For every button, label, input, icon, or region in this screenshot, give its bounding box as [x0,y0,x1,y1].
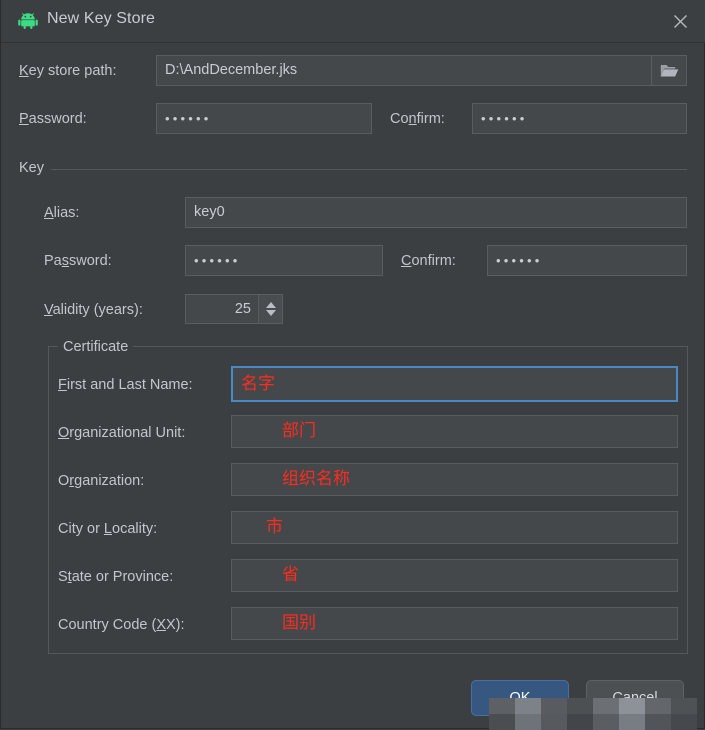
organization-input[interactable]: 组织名称 [231,463,678,496]
organization-label: Organization: [58,473,145,489]
android-robot-icon [18,13,38,29]
organizational-unit-value: 部门 [282,421,316,441]
city-or-locality-label: City or Locality: [58,521,158,537]
keystore-password-input[interactable]: •••••• [156,103,372,134]
keystore-confirm-value: •••••• [481,111,528,126]
country-code-value: 国别 [282,613,316,633]
triangle-up-icon[interactable] [265,302,276,308]
key-password-label: Password: [44,253,112,269]
key-group-title: Key [19,160,51,176]
organizational-unit-input[interactable]: 部门 [231,415,678,448]
keystore-confirm-input[interactable]: •••••• [472,103,687,134]
key-password-input[interactable]: •••••• [185,245,383,276]
validity-label: Validity (years): [44,302,143,318]
alias-value: key0 [194,204,225,221]
keystore-confirm-label: Confirm: [390,111,445,127]
state-or-province-label: State or Province: [58,569,174,585]
keystore-password-label: Password: [19,111,87,127]
dialog-title: New Key Store [47,10,156,27]
key-password-value: •••••• [194,253,241,268]
alias-input[interactable]: key0 [185,197,687,228]
first-and-last-name-label: First and Last Name: [58,377,193,393]
country-code-label: Country Code (XX): [58,617,185,633]
ok-button-label: OK [509,690,531,706]
key-store-path-value: D:\AndDecember.jks [165,62,298,79]
folder-open-icon[interactable] [652,55,687,86]
key-store-path-input[interactable]: D:\AndDecember.jks [156,55,652,86]
validity-input[interactable]: 25 [185,294,259,324]
city-or-locality-value: 市 [266,517,283,537]
key-confirm-value: •••••• [496,253,543,268]
triangle-down-icon[interactable] [265,310,276,316]
organization-value: 组织名称 [282,469,350,489]
ok-button[interactable]: OK [471,680,569,716]
state-or-province-value: 省 [282,565,299,585]
key-confirm-input[interactable]: •••••• [487,245,687,276]
new-key-store-dialog: New Key Store Key store path: D:\AndDece… [0,0,705,730]
certificate-group-title: Certificate [58,339,134,355]
key-group-separator [19,169,687,170]
validity-stepper[interactable]: 25 [185,294,283,324]
cancel-button[interactable]: Cancel [586,680,684,716]
cancel-button-label: Cancel [612,690,658,706]
first-and-last-name-input[interactable]: 名字 [230,365,679,403]
validity-value: 25 [234,301,251,317]
key-store-path-label: Key store path: [19,63,117,79]
organizational-unit-label: Organizational Unit: [58,425,186,441]
first-and-last-name-value: 名字 [241,373,275,394]
state-or-province-input[interactable]: 省 [231,559,678,592]
keystore-password-value: •••••• [165,111,212,126]
country-code-input[interactable]: 国别 [231,607,678,640]
dialog-title-bar: New Key Store [1,0,705,43]
city-or-locality-input[interactable]: 市 [231,511,678,544]
validity-spinner-buttons[interactable] [259,294,283,324]
close-icon[interactable] [666,8,694,34]
key-confirm-label: Confirm: [401,253,456,269]
alias-label: Alias: [44,205,80,221]
